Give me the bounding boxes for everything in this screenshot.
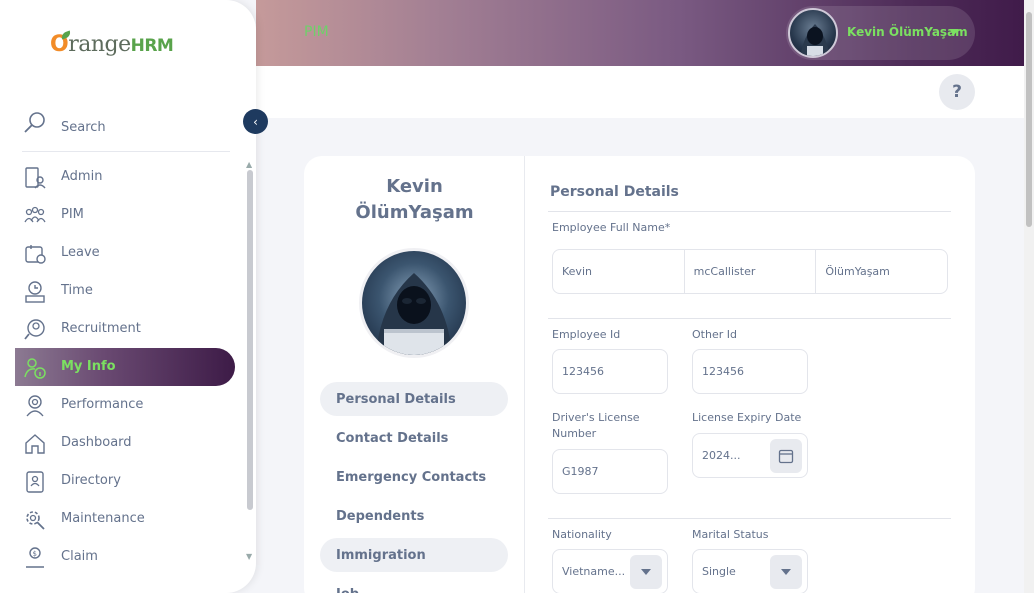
license-expiry-value: 2024... [702,449,741,462]
sidebar-item-label: Maintenance [61,511,145,526]
sidebar-item-recruitment[interactable]: Recruitment [15,310,235,348]
chevron-down-icon [781,569,791,575]
tab-contact-details[interactable]: Contact Details [320,421,508,455]
admin-icon [25,167,46,189]
sidebar-scrollbar[interactable] [247,170,253,510]
employee-name: Kevin ÖlümYaşam [304,174,525,226]
calendar-icon [778,449,794,464]
sidebar-item-label: Performance [61,397,144,412]
section-title: Personal Details [550,184,679,200]
tab-personal-details[interactable]: Personal Details [320,382,508,416]
license-expiry-input[interactable]: 2024... [692,433,808,478]
help-button[interactable]: ? [939,74,975,110]
employee-id-label: Employee Id [552,328,621,341]
sidebar-search[interactable]: Search [22,110,230,152]
employee-id-input[interactable]: 123456 [552,349,668,394]
personal-details-form: Personal Details Employee Full Name* Kev… [526,156,975,593]
marital-status-value: Single [702,565,736,578]
calendar-button[interactable] [770,439,802,473]
logo-hrm: HRM [130,36,174,56]
claim-icon: $ [26,547,44,568]
divider [548,518,951,519]
sidebar-item-label: Claim [61,549,98,564]
marital-status-dropdown-button[interactable] [770,555,802,589]
nationality-select[interactable]: Vietname... [552,549,668,593]
sidebar-item-label: My Info [61,359,116,374]
sidebar-item-claim[interactable]: $ Claim [15,538,235,576]
search-label: Search [61,120,106,135]
sidebar: OrangeHRM Search Admin PIM Leave Time Re… [0,0,256,593]
sidebar-item-admin[interactable]: Admin [15,158,235,196]
sidebar-item-maintenance[interactable]: Maintenance [15,500,235,538]
page-scrollbar[interactable] [1026,12,1032,227]
first-name-input[interactable]: Kevin [553,250,685,293]
performance-icon [26,395,44,417]
sidebar-collapse-button[interactable]: ‹ [243,109,268,134]
sidebar-item-label: Time [61,283,93,298]
license-expiry-label: License Expiry Date [692,411,802,424]
module-title: PIM [304,24,329,40]
employee-card: Kevin ÖlümYaşam Personal Details Contact… [304,156,975,593]
gear-icon [26,511,45,530]
sidebar-item-directory[interactable]: Directory [15,462,235,500]
scroll-down-icon[interactable]: ▼ [246,552,252,561]
sidebar-item-label: Admin [61,169,103,184]
sidebar-item-dashboard[interactable]: Dashboard [15,424,235,462]
employee-first-name: Kevin [386,176,443,197]
license-number-label: Driver's License Number [552,411,640,440]
tab-emergency-contacts[interactable]: Emergency Contacts [320,460,508,494]
profile-panel: Kevin ÖlümYaşam Personal Details Contact… [304,156,525,593]
home-icon [25,434,45,454]
license-number-input[interactable]: G1987 [552,449,668,494]
sidebar-item-performance[interactable]: Performance [15,386,235,424]
recruitment-icon [24,319,45,340]
employee-last-name: ÖlümYaşam [355,202,474,223]
sidebar-item-time[interactable]: Time [15,272,235,310]
search-icon [24,112,45,133]
logo-range: range [68,32,131,57]
full-name-field-group: Kevin mcCallister ÖlümYaşam [552,249,948,294]
sidebar-item-label: Dashboard [61,435,132,450]
marital-status-label: Marital Status [692,528,769,541]
sidebar-item-label: Directory [61,473,121,488]
employee-photo[interactable] [359,248,469,358]
nationality-value: Vietname... [562,565,626,578]
tab-dependents[interactable]: Dependents [320,499,508,533]
hacker-photo-icon [376,273,452,355]
last-name-input[interactable]: ÖlümYaşam [816,250,947,293]
scroll-up-icon[interactable]: ▲ [246,160,252,169]
user-avatar[interactable] [788,8,838,58]
sidebar-item-leave[interactable]: Leave [15,234,235,272]
middle-name-input[interactable]: mcCallister [685,250,817,293]
other-id-label: Other Id [692,328,737,341]
sidebar-item-pim[interactable]: PIM [15,196,235,234]
nationality-label: Nationality [552,528,612,541]
time-icon [25,281,45,303]
divider [548,211,951,212]
other-id-input[interactable]: 123456 [692,349,808,394]
nationality-dropdown-button[interactable] [630,555,662,589]
chevron-down-icon [641,569,651,575]
chevron-left-icon: ‹ [253,114,258,129]
sidebar-item-label: Leave [61,245,100,260]
divider [548,318,951,319]
my-info-icon [24,358,46,379]
directory-icon [26,471,44,493]
tab-immigration[interactable]: Immigration [320,538,508,572]
svg-text:$: $ [33,550,37,558]
chevron-down-icon[interactable] [949,29,959,35]
full-name-label: Employee Full Name* [552,221,671,234]
pim-icon [24,206,46,223]
marital-status-select[interactable]: Single [692,549,808,593]
sidebar-item-my-info[interactable]: My Info [15,348,235,386]
sidebar-item-label: Recruitment [61,321,141,336]
sub-header [256,66,1024,118]
leave-icon [25,245,46,264]
sidebar-item-label: PIM [61,207,84,222]
tab-job[interactable]: Job [320,577,508,593]
